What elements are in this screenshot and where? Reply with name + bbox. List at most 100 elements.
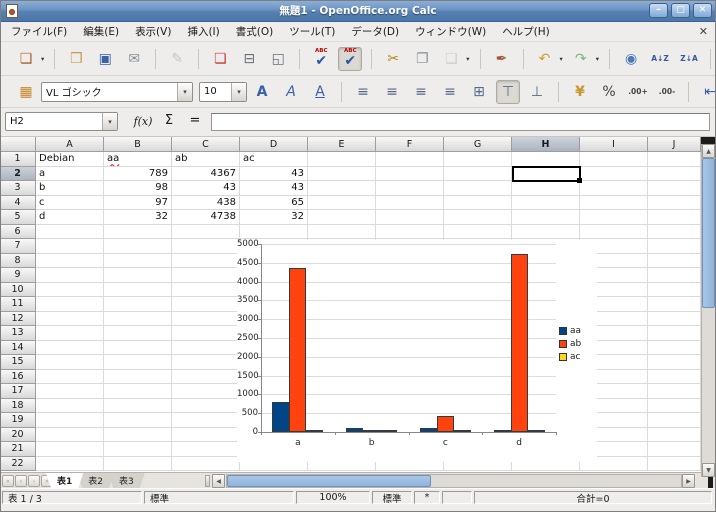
function-wizard-button[interactable]: f(x) (132, 115, 154, 128)
cell-B11[interactable] (104, 297, 172, 312)
cell-C7[interactable] (172, 239, 240, 254)
close-button[interactable]: ✕ (693, 3, 712, 18)
sheet-nav-first-button[interactable]: « (2, 475, 14, 487)
font-size-combobox[interactable]: 10 ▾ (199, 82, 247, 102)
cell-C9[interactable] (172, 268, 240, 283)
row-header-22[interactable]: 22 (0, 457, 36, 472)
align-justified-button[interactable]: ≡ (438, 80, 462, 104)
sort-descending-button[interactable]: Z↓A (677, 47, 701, 71)
menu-data[interactable]: データ(D) (343, 22, 407, 41)
cell-E1[interactable] (308, 152, 376, 167)
cell-B8[interactable] (104, 254, 172, 269)
menu-view[interactable]: 表示(V) (127, 22, 179, 41)
cell-A5[interactable]: d (36, 210, 104, 225)
status-zoom[interactable]: 100% (296, 491, 370, 504)
styles-and-formatting-button[interactable]: ▦ (14, 80, 38, 104)
scroll-up-arrow[interactable]: ▲ (702, 144, 715, 158)
page-preview-button[interactable]: ◱ (266, 47, 290, 71)
cell-F4[interactable] (376, 196, 444, 211)
cell-A2[interactable]: a (36, 167, 104, 182)
cell-G1[interactable] (444, 152, 512, 167)
font-name-combobox[interactable]: VL ゴシック ▾ (41, 82, 193, 102)
vertical-split-handle[interactable] (701, 137, 715, 144)
row-header-1[interactable]: 1 (0, 152, 36, 167)
cell-A1[interactable]: Debian (36, 152, 104, 167)
cell-J1[interactable] (648, 152, 701, 167)
scroll-left-arrow[interactable]: ◀ (212, 474, 225, 488)
menu-window[interactable]: ウィンドウ(W) (407, 22, 494, 41)
cell-D2[interactable]: 43 (240, 167, 308, 182)
row-header-14[interactable]: 14 (0, 341, 36, 356)
cell-J7[interactable] (648, 239, 701, 254)
cell-D4[interactable]: 65 (240, 196, 308, 211)
cell-A15[interactable] (36, 355, 104, 370)
sort-ascending-button[interactable]: A↓Z (648, 47, 672, 71)
horizontal-scrollbar[interactable] (226, 474, 682, 488)
cell-F6[interactable] (376, 225, 444, 240)
cell-C5[interactable]: 4738 (172, 210, 240, 225)
minimize-button[interactable]: – (649, 3, 668, 18)
cell-J4[interactable] (648, 196, 701, 211)
cell-A16[interactable] (36, 370, 104, 385)
name-box-dropdown-icon[interactable]: ▾ (102, 113, 117, 130)
cell-A9[interactable] (36, 268, 104, 283)
cell-J22[interactable] (648, 457, 701, 472)
cell-C17[interactable] (172, 384, 240, 399)
cell-A7[interactable] (36, 239, 104, 254)
cell-G2[interactable] (444, 167, 512, 182)
cell-C15[interactable] (172, 355, 240, 370)
menu-edit[interactable]: 編集(E) (75, 22, 127, 41)
redo-dropdown-icon[interactable]: ▾ (596, 55, 599, 63)
new-document-button[interactable]: ❏ (14, 47, 38, 71)
delete-decimal-place-button[interactable]: .00- (655, 80, 679, 104)
cell-C4[interactable]: 438 (172, 196, 240, 211)
sum-button[interactable]: Σ (158, 113, 180, 128)
new-document-dropdown-icon[interactable]: ▾ (41, 55, 44, 63)
align-right-button[interactable]: ≡ (409, 80, 433, 104)
cell-E5[interactable] (308, 210, 376, 225)
email-document-button[interactable]: ✉ (122, 47, 146, 71)
cell-A10[interactable] (36, 283, 104, 298)
cell-C8[interactable] (172, 254, 240, 269)
export-pdf-button[interactable]: ❏ (208, 47, 232, 71)
open-button[interactable]: ❒ (64, 47, 88, 71)
menu-help[interactable]: ヘルプ(H) (494, 22, 558, 41)
cell-A22[interactable] (36, 457, 104, 472)
column-header-H[interactable]: H (512, 137, 580, 152)
cell-B12[interactable] (104, 312, 172, 327)
cell-C2[interactable]: 4367 (172, 167, 240, 182)
vertical-scrollbar[interactable]: ▲ ▼ (701, 137, 715, 477)
cell-C22[interactable] (172, 457, 240, 472)
cell-C13[interactable] (172, 326, 240, 341)
cell-J13[interactable] (648, 326, 701, 341)
cell-A4[interactable]: c (36, 196, 104, 211)
cell-J2[interactable] (648, 167, 701, 182)
cell-J10[interactable] (648, 283, 701, 298)
cell-I6[interactable] (580, 225, 648, 240)
row-header-21[interactable]: 21 (0, 442, 36, 457)
cell-J16[interactable] (648, 370, 701, 385)
cell-A3[interactable]: b (36, 181, 104, 196)
close-document-icon[interactable]: ✕ (699, 25, 708, 38)
cell-B19[interactable] (104, 413, 172, 428)
cell-A6[interactable] (36, 225, 104, 240)
add-decimal-place-button[interactable]: .00+ (626, 80, 650, 104)
italic-button[interactable]: A (279, 80, 303, 104)
row-header-10[interactable]: 10 (0, 283, 36, 298)
cell-B17[interactable] (104, 384, 172, 399)
decrease-indent-button[interactable]: ⇤ (698, 80, 716, 104)
cell-F5[interactable] (376, 210, 444, 225)
cell-D1[interactable]: ac (240, 152, 308, 167)
menu-insert[interactable]: 挿入(I) (179, 22, 227, 41)
cell-J11[interactable] (648, 297, 701, 312)
cell-F1[interactable] (376, 152, 444, 167)
column-header-G[interactable]: G (444, 137, 512, 152)
cell-J21[interactable] (648, 442, 701, 457)
number-format-currency-button[interactable]: ¥ (568, 80, 592, 104)
cell-B21[interactable] (104, 442, 172, 457)
tab-scrollbar-splitter[interactable] (205, 475, 210, 487)
cell-C21[interactable] (172, 442, 240, 457)
cell-H5[interactable] (512, 210, 580, 225)
cell-C1[interactable]: ab (172, 152, 240, 167)
cell-B22[interactable] (104, 457, 172, 472)
